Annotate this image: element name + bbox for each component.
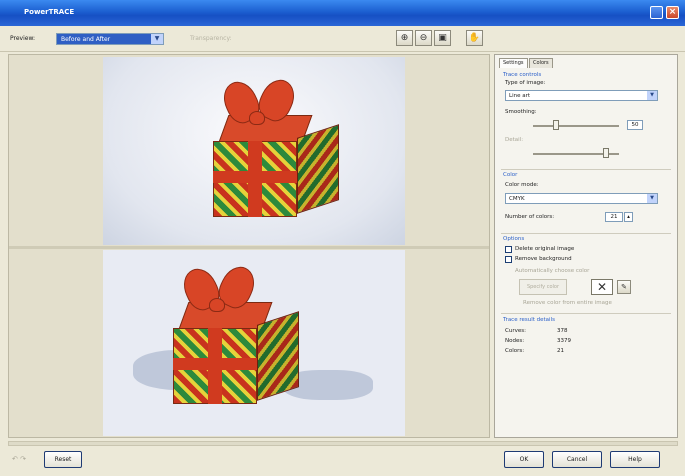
- color-count-label: Number of colors:: [505, 214, 555, 220]
- remove-whole-image-label: Remove color from entire image: [523, 300, 612, 306]
- image-type-label: Type of image:: [505, 80, 546, 86]
- transparency-label: Transparency:: [190, 35, 232, 42]
- maximize-button[interactable]: [650, 6, 663, 19]
- remove-background-checkbox[interactable]: [505, 256, 512, 263]
- help-button[interactable]: Help: [610, 451, 660, 468]
- toolbar: Preview: Before and After ▼ Transparency…: [0, 26, 685, 52]
- chevron-down-icon: ▼: [647, 194, 657, 203]
- delete-original-checkbox[interactable]: [505, 246, 512, 253]
- close-icon: ×: [668, 7, 677, 17]
- zoom-out-button[interactable]: ⊖: [415, 30, 432, 46]
- auto-choose-color-label: Automatically choose color: [515, 268, 590, 274]
- original-image: [103, 57, 405, 245]
- traced-image: [103, 250, 405, 436]
- zoom-fit-button[interactable]: ▣: [434, 30, 451, 46]
- curves-label: Curves:: [505, 328, 526, 334]
- preview-mode-value: Before and After: [61, 36, 111, 43]
- window-title: PowerTRACE: [24, 8, 75, 16]
- ok-button[interactable]: OK: [504, 451, 544, 468]
- delete-original-label: Delete original image: [515, 246, 575, 252]
- undo-redo-icons[interactable]: ↶ ↷: [12, 455, 26, 463]
- color-count-value[interactable]: 21: [605, 212, 623, 222]
- close-button[interactable]: ×: [666, 6, 679, 19]
- specify-color-button[interactable]: Specify color: [519, 279, 567, 295]
- title-bar: PowerTRACE ×: [0, 0, 685, 26]
- pan-button[interactable]: ✋: [466, 30, 483, 46]
- tab-colors[interactable]: Colors: [529, 58, 553, 68]
- detail-label: Detail:: [505, 137, 524, 143]
- color-mode-label: Color mode:: [505, 182, 539, 188]
- image-type-select[interactable]: Line art ▼: [505, 90, 658, 101]
- settings-panel: Settings Colors Trace controls Type of i…: [494, 54, 678, 438]
- eyedropper-icon: ✎: [621, 283, 627, 291]
- colors-value: 21: [557, 348, 564, 354]
- nodes-value: 3379: [557, 338, 571, 344]
- trace-controls-title: Trace controls: [503, 72, 542, 78]
- zoom-out-icon: ⊖: [419, 33, 428, 43]
- reset-button[interactable]: Reset: [44, 451, 82, 468]
- chevron-down-icon: ▼: [647, 91, 657, 100]
- curves-value: 378: [557, 328, 568, 334]
- preview-label: Preview:: [10, 35, 36, 42]
- eyedropper-button[interactable]: ✎: [617, 280, 631, 294]
- color-mode-select[interactable]: CMYK ▼: [505, 193, 658, 204]
- options-title: Options: [503, 236, 525, 242]
- status-strip: [8, 441, 678, 446]
- smoothing-track: [533, 125, 619, 127]
- tab-settings[interactable]: Settings: [499, 58, 528, 68]
- nodes-label: Nodes:: [505, 338, 525, 344]
- pan-icon: ✋: [468, 33, 481, 43]
- color-mode-value: CMYK: [509, 196, 525, 202]
- smoothing-slider[interactable]: [553, 120, 559, 130]
- image-type-value: Line art: [509, 93, 530, 99]
- trace-results-title: Trace result details: [503, 317, 555, 323]
- cancel-button[interactable]: Cancel: [552, 451, 602, 468]
- x-icon: ✕: [596, 280, 608, 294]
- color-section-title: Color: [503, 172, 518, 178]
- zoom-fit-icon: ▣: [438, 33, 447, 43]
- zoom-in-icon: ⊕: [400, 33, 409, 43]
- colors-label: Colors:: [505, 348, 525, 354]
- smoothing-value[interactable]: 50: [627, 120, 643, 130]
- smoothing-label: Smoothing:: [505, 109, 537, 115]
- preview-area[interactable]: [8, 54, 490, 438]
- preview-mode-select[interactable]: Before and After ▼: [56, 33, 164, 45]
- detail-slider[interactable]: [603, 148, 609, 158]
- no-color-swatch[interactable]: ✕: [591, 279, 613, 295]
- chevron-down-icon: ▼: [151, 34, 163, 44]
- remove-background-label: Remove background: [515, 256, 572, 262]
- zoom-in-button[interactable]: ⊕: [396, 30, 413, 46]
- color-count-spinner[interactable]: ▴: [624, 212, 633, 222]
- preview-divider: [9, 246, 489, 249]
